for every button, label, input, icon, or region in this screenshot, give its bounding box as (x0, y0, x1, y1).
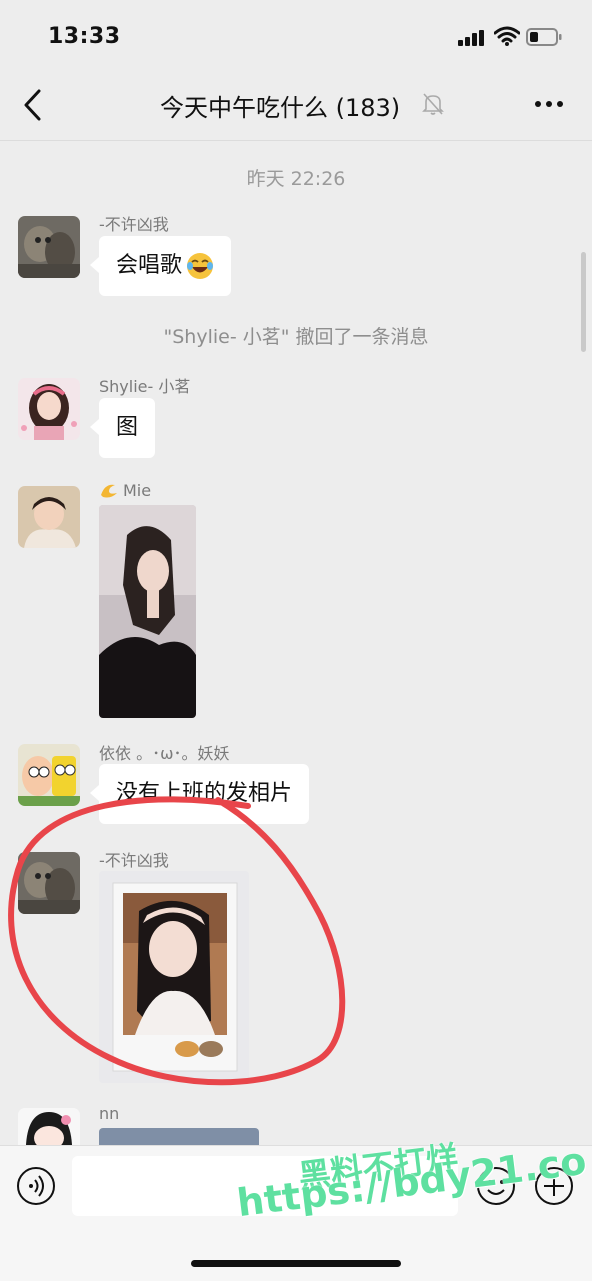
sender-name: -不许凶我 (99, 851, 169, 870)
sender-name: 依依 。･ω･。妖妖 (99, 744, 230, 763)
avatar[interactable] (18, 486, 80, 548)
avatar[interactable] (18, 378, 80, 440)
mute-bell-icon (422, 93, 444, 115)
image-message[interactable] (99, 505, 196, 718)
avatar[interactable] (18, 1108, 80, 1145)
sender-name: nn (99, 1104, 120, 1123)
wifi-icon (494, 26, 520, 46)
message-timestamp: 昨天 22:26 (246, 168, 346, 190)
annotation-circle (8, 796, 346, 1086)
dizzy-emoji-icon (101, 484, 117, 498)
more-icon[interactable] (534, 98, 564, 110)
sender-name: -不许凶我 (99, 215, 169, 234)
recall-notice: "Shylie- 小茗" 撤回了一条消息 (163, 326, 429, 348)
laugh-cry-emoji-icon (187, 253, 214, 279)
sender-name: Shylie- 小茗 (99, 377, 191, 396)
message-bubble[interactable]: 没有上班的发相片 (89, 764, 310, 824)
message-bubble[interactable]: 会唱歌 (89, 236, 232, 296)
avatar[interactable] (18, 852, 80, 914)
status-time: 13:33 (48, 24, 121, 49)
image-message[interactable] (99, 871, 249, 1083)
voice-icon[interactable] (16, 1166, 56, 1206)
home-indicator (191, 1260, 401, 1267)
battery-icon (526, 28, 562, 46)
message-text: 没有上班的发相片 (116, 781, 293, 806)
chat-title: 今天中午吃什么 (183) (160, 94, 401, 122)
image-message[interactable] (99, 1128, 259, 1145)
avatar[interactable] (18, 744, 80, 806)
message-text: 会唱歌 (116, 253, 183, 278)
sender-name: Mie (99, 481, 151, 500)
signal-icon (458, 30, 484, 46)
message-text: 图 (116, 415, 139, 440)
back-icon[interactable] (20, 88, 46, 122)
message-bubble[interactable]: 图 (89, 398, 156, 458)
chat-header: 今天中午吃什么 (183) (0, 70, 592, 141)
status-bar: 13:33 (0, 0, 592, 70)
avatar[interactable] (18, 216, 80, 278)
